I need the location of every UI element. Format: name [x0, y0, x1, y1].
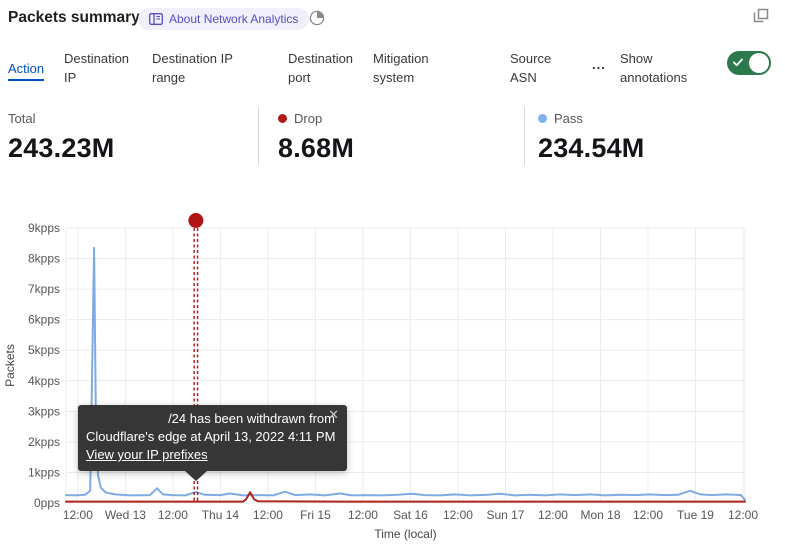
svg-text:12:00: 12:00 — [538, 508, 568, 522]
svg-text:Sat 16: Sat 16 — [393, 508, 428, 522]
svg-text:2kpps: 2kpps — [28, 435, 60, 449]
annotation-tooltip: ✕ /24 has been withdrawn from Cloudflare… — [78, 405, 347, 471]
svg-text:Thu 14: Thu 14 — [202, 508, 240, 522]
time-range-icon[interactable] — [309, 10, 325, 26]
svg-text:8kpps: 8kpps — [28, 252, 60, 266]
about-badge-label: About Network Analytics — [169, 12, 298, 26]
packets-time-series-chart: 12:00 Wed 13 12:00 Thu 14 12:00 Fri 15 12:00 Sa… — [0, 205, 785, 555]
svg-text:3kpps: 3kpps — [28, 404, 60, 418]
svg-text:12:00: 12:00 — [443, 508, 473, 522]
drop-legend-dot — [278, 114, 287, 123]
tab-destination-ip[interactable]: Destination IP — [64, 49, 144, 87]
annotation-text-line1: /24 has been withdrawn from — [86, 410, 337, 428]
about-network-analytics-badge[interactable]: About Network Analytics — [138, 8, 309, 30]
check-icon — [733, 58, 743, 67]
svg-text:Wed 13: Wed 13 — [105, 508, 146, 522]
svg-text:Time (local): Time (local) — [374, 527, 436, 541]
svg-text:1kpps: 1kpps — [28, 465, 60, 479]
toggle-knob — [749, 53, 769, 73]
tab-source-asn[interactable]: Source ASN — [510, 49, 570, 87]
svg-text:Sun 17: Sun 17 — [486, 508, 524, 522]
stat-drop: Drop 8.68M — [278, 110, 354, 164]
expand-icon[interactable] — [752, 8, 770, 25]
stat-divider — [524, 107, 525, 165]
more-tabs-ellipsis-icon[interactable]: ... — [592, 55, 606, 74]
stat-drop-value: 8.68M — [278, 133, 354, 164]
stat-pass: Pass 234.54M — [538, 110, 644, 164]
stat-drop-label: Drop — [294, 111, 322, 126]
tooltip-caret — [185, 471, 207, 481]
summary-stats: Total 243.23M Drop 8.68M Pass 234.54M — [0, 106, 785, 168]
stat-pass-label: Pass — [554, 111, 583, 126]
svg-text:12:00: 12:00 — [158, 508, 188, 522]
svg-text:Packets: Packets — [3, 344, 17, 387]
annotation-text-line2: Cloudflare's edge at April 13, 2022 4:11… — [86, 428, 337, 446]
page-title: Packets summary — [8, 9, 140, 27]
stat-total-value: 243.23M — [8, 133, 114, 164]
svg-text:12:00: 12:00 — [253, 508, 283, 522]
svg-text:Fri 15: Fri 15 — [300, 508, 331, 522]
filter-tabs: Action Destination IP Destination IP ran… — [0, 44, 785, 90]
stat-pass-value: 234.54M — [538, 133, 644, 164]
tab-destination-port[interactable]: Destination port — [288, 49, 372, 87]
svg-text:12:00: 12:00 — [728, 508, 758, 522]
tab-destination-ip-range[interactable]: Destination IP range — [152, 49, 256, 87]
tab-mitigation-system[interactable]: Mitigation system — [373, 49, 457, 87]
svg-text:12:00: 12:00 — [633, 508, 663, 522]
svg-text:0pps: 0pps — [34, 496, 60, 510]
show-annotations-label: Show annotations — [620, 49, 710, 87]
svg-text:12:00: 12:00 — [63, 508, 93, 522]
svg-text:7kpps: 7kpps — [28, 282, 60, 296]
svg-text:9kpps: 9kpps — [28, 221, 60, 235]
tab-action[interactable]: Action — [8, 59, 44, 78]
book-icon — [149, 13, 163, 25]
show-annotations-toggle[interactable] — [727, 51, 771, 75]
svg-text:Mon 18: Mon 18 — [580, 508, 620, 522]
svg-text:4kpps: 4kpps — [28, 374, 60, 388]
stat-total: Total 243.23M — [8, 110, 114, 164]
view-ip-prefixes-link[interactable]: View your IP prefixes — [86, 446, 208, 464]
stat-divider — [258, 107, 259, 165]
svg-text:12:00: 12:00 — [348, 508, 378, 522]
svg-text:5kpps: 5kpps — [28, 343, 60, 357]
pass-legend-dot — [538, 114, 547, 123]
close-icon[interactable]: ✕ — [328, 408, 339, 422]
stat-total-label: Total — [8, 111, 35, 126]
svg-text:Tue 19: Tue 19 — [677, 508, 714, 522]
svg-text:6kpps: 6kpps — [28, 313, 60, 327]
